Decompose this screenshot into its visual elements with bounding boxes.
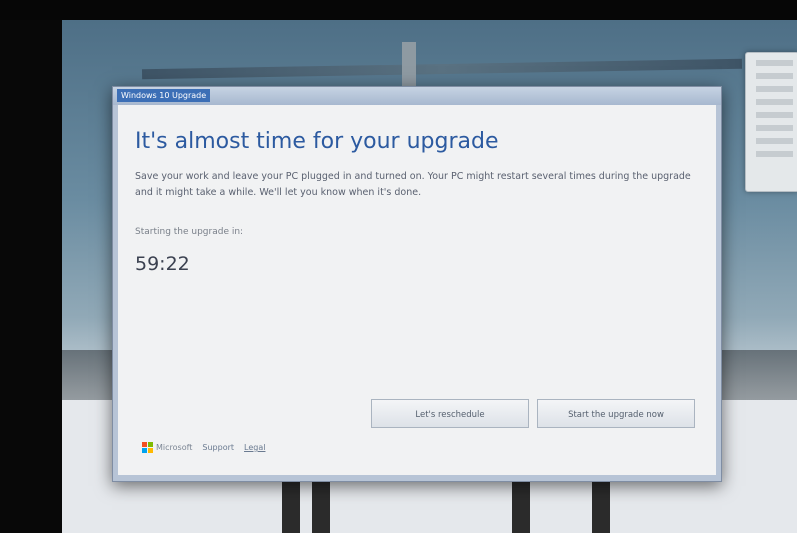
monitor-bezel-top [0, 0, 797, 20]
microsoft-brand: Microsoft [142, 442, 192, 453]
reschedule-button[interactable]: Let's reschedule [371, 399, 529, 428]
dialog-heading: It's almost time for your upgrade [135, 129, 499, 154]
wallpaper-landing-gear [592, 473, 610, 533]
monitor-bezel [0, 0, 62, 533]
microsoft-label: Microsoft [156, 443, 193, 452]
support-link[interactable]: Support [202, 443, 234, 452]
wallpaper-landing-gear [312, 473, 330, 533]
dialog-footer: Microsoft Support Legal [142, 442, 265, 453]
countdown-label: Starting the upgrade in: [135, 227, 244, 237]
desktop-side-widget [745, 52, 797, 192]
wallpaper-landing-gear [282, 473, 300, 533]
legal-link[interactable]: Legal [244, 443, 265, 452]
dialog-title-bar[interactable]: Windows 10 Upgrade [113, 87, 721, 105]
start-upgrade-button[interactable]: Start the upgrade now [537, 399, 695, 428]
upgrade-dialog: Windows 10 Upgrade It's almost time for … [112, 86, 722, 482]
wallpaper-wing [141, 58, 743, 80]
dialog-body-text: Save your work and leave your PC plugged… [135, 171, 691, 198]
wallpaper-landing-gear [512, 473, 530, 533]
wallpaper-pylon [402, 42, 416, 92]
dialog-window-title: Windows 10 Upgrade [117, 89, 211, 102]
dialog-content: It's almost time for your upgrade Save y… [118, 105, 716, 475]
countdown-timer: 59:22 [135, 253, 190, 275]
microsoft-logo-icon [142, 442, 153, 453]
